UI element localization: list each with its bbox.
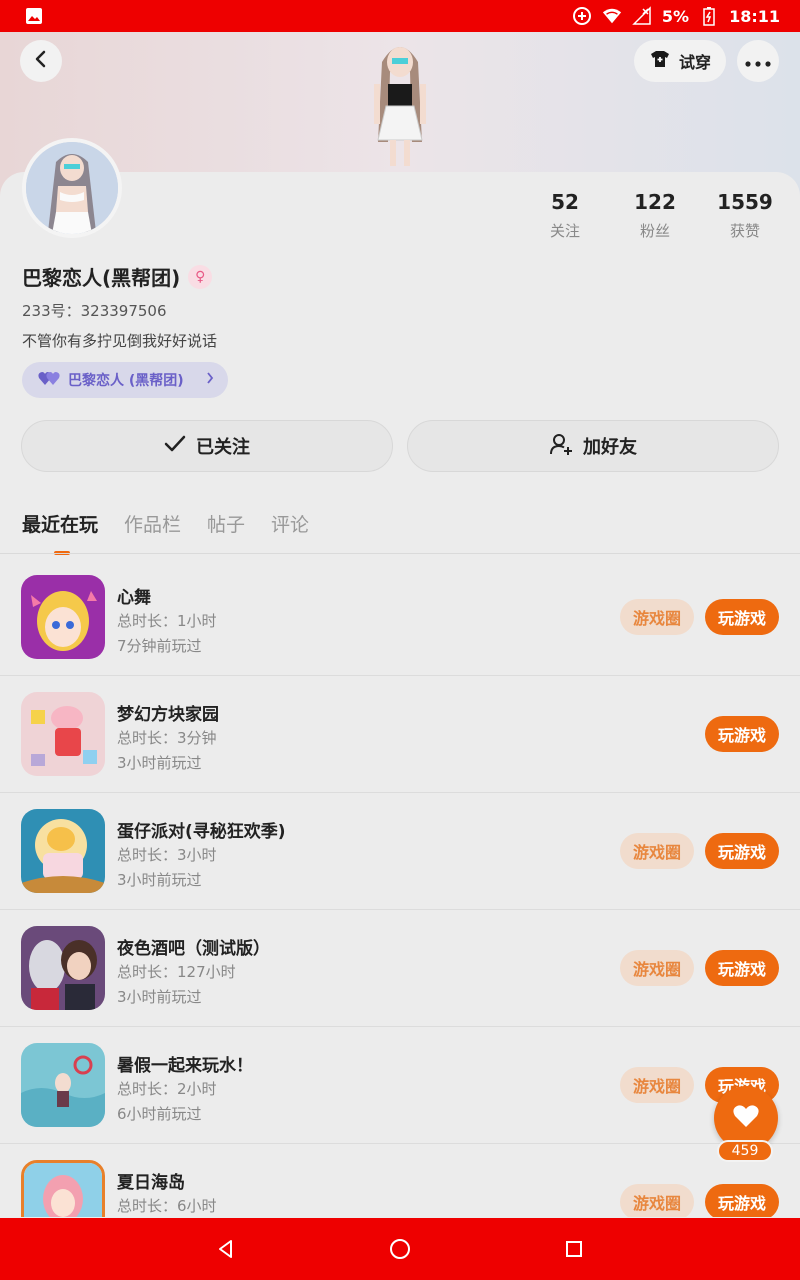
stat-value: 1559 [717,190,773,214]
recent-games-list: 心舞 总时长：1小时 7分钟前玩过 游戏圈 玩游戏 梦幻方块家园 总时长：3分钟… [0,559,800,1217]
game-icon[interactable] [21,1043,105,1127]
game-last-played: 3小时前玩过 [117,754,202,772]
more-button[interactable] [737,40,779,82]
stat-likes[interactable]: 1559 获赞 [700,190,790,241]
back-button[interactable] [20,40,62,82]
game-icon[interactable] [21,575,105,659]
tryon-button[interactable]: 试穿 [634,40,726,82]
game-name: 夏日海岛 [117,1173,185,1193]
game-duration: 总时长：3分钟 [117,729,217,747]
list-item[interactable]: 夏日海岛 总时长：6小时 游戏圈 玩游戏 [0,1144,800,1217]
game-name: 蛋仔派对(寻秘狂欢季) [117,822,286,842]
game-duration: 总时长：6小时 [117,1197,217,1215]
game-circle-button[interactable]: 游戏圈 [620,599,694,635]
play-game-button[interactable]: 玩游戏 [705,833,779,869]
play-game-button[interactable]: 玩游戏 [705,599,779,635]
list-item[interactable]: 梦幻方块家园 总时长：3分钟 3小时前玩过 玩游戏 [0,676,800,793]
back-arrow-icon [33,50,49,72]
check-icon [164,435,186,458]
clock: 18:11 [729,6,780,26]
stat-following[interactable]: 52 关注 [520,190,610,241]
group-tag[interactable]: 巴黎恋人 (黑帮团) [22,362,228,398]
tab-recently-played[interactable]: 最近在玩 [22,510,98,555]
game-duration: 总时长：1小时 [117,612,217,630]
like-count-badge: 459 [717,1140,773,1162]
game-circle-button[interactable]: 游戏圈 [620,1067,694,1103]
add-user-icon [549,432,573,461]
game-icon[interactable] [21,809,105,893]
play-game-button[interactable]: 玩游戏 [705,950,779,986]
add-friend-button[interactable]: 加好友 [407,420,779,472]
tab-works[interactable]: 作品栏 [124,510,181,537]
tryon-label: 试穿 [678,53,711,72]
game-last-played: 3小时前玩过 [117,871,202,889]
user-id: 233号：323397506 [22,302,167,320]
avatar-3d-figure[interactable] [352,32,448,174]
stat-value: 122 [634,190,676,214]
game-name: 暑假一起来玩水！ [117,1056,253,1076]
list-item[interactable]: 暑假一起来玩水！ 总时长：2小时 6小时前玩过 游戏圈 玩游戏 [0,1027,800,1144]
profile-tabs: 最近在玩 作品栏 帖子 评论 [22,510,309,555]
chevron-right-icon [206,372,214,388]
female-gender-icon: ♀ [188,264,213,289]
game-name: 心舞 [117,588,151,608]
stat-label: 关注 [549,222,580,240]
more-icon [745,52,771,71]
followed-button[interactable]: 已关注 [21,420,393,472]
back-nav-icon[interactable] [214,1237,238,1261]
list-item[interactable]: 心舞 总时长：1小时 7分钟前玩过 游戏圈 玩游戏 [0,559,800,676]
system-nav-bar [0,1218,800,1280]
recents-nav-icon[interactable] [562,1237,586,1261]
add-friend-label: 加好友 [583,437,637,458]
sync-icon [572,6,592,26]
followed-label: 已关注 [196,437,250,458]
home-nav-icon[interactable] [388,1237,412,1261]
game-icon[interactable] [21,926,105,1010]
image-icon [24,6,44,26]
user-bio: 不管你有多拧见倒我好好说话 [22,332,218,350]
game-circle-button[interactable]: 游戏圈 [620,833,694,869]
status-bar: 5% 18:11 [0,0,800,32]
game-icon[interactable] [21,692,105,776]
game-name: 梦幻方块家园 [117,705,219,725]
list-item[interactable]: 蛋仔派对(寻秘狂欢季) 总时长：3小时 3小时前玩过 游戏圈 玩游戏 [0,793,800,910]
game-name: 夜色酒吧（测试版） [117,939,270,959]
stat-label: 获赞 [729,222,760,240]
user-name: 巴黎恋人(黑帮团) [22,266,181,290]
stat-label: 粉丝 [639,222,670,240]
tab-comments[interactable]: 评论 [271,510,309,537]
game-circle-button[interactable]: 游戏圈 [620,1184,694,1217]
battery-percent: 5% [661,6,690,26]
tabs-divider [0,553,800,554]
stat-value: 52 [551,190,579,214]
game-duration: 总时长：2小时 [117,1080,217,1098]
list-item[interactable]: 夜色酒吧（测试版） 总时长：127小时 3小时前玩过 游戏圈 玩游戏 [0,910,800,1027]
game-last-played: 7分钟前玩过 [117,637,202,655]
battery-charging-icon [699,6,719,26]
tab-posts[interactable]: 帖子 [207,510,245,537]
stat-fans[interactable]: 122 粉丝 [610,190,700,241]
wifi-icon [602,6,622,26]
game-circle-button[interactable]: 游戏圈 [620,950,694,986]
user-name-row: 巴黎恋人(黑帮团) ♀ [22,262,213,291]
avatar[interactable] [22,138,122,238]
game-icon[interactable] [21,1160,105,1217]
play-game-button[interactable]: 玩游戏 [705,716,779,752]
heart-icon [732,1103,760,1133]
no-signal-icon [632,6,652,26]
profile-stats: 52 关注 122 粉丝 1559 获赞 [520,190,800,241]
play-game-button[interactable]: 玩游戏 [705,1184,779,1217]
group-tag-label: 巴黎恋人 (黑帮团) [68,373,184,389]
game-last-played: 6小时前玩过 [117,1105,202,1123]
game-duration: 总时长：127小时 [117,963,236,981]
shirt-icon [649,49,671,73]
game-duration: 总时长：3小时 [117,846,217,864]
game-last-played: 3小时前玩过 [117,988,202,1006]
heart-pair-icon [38,370,60,390]
